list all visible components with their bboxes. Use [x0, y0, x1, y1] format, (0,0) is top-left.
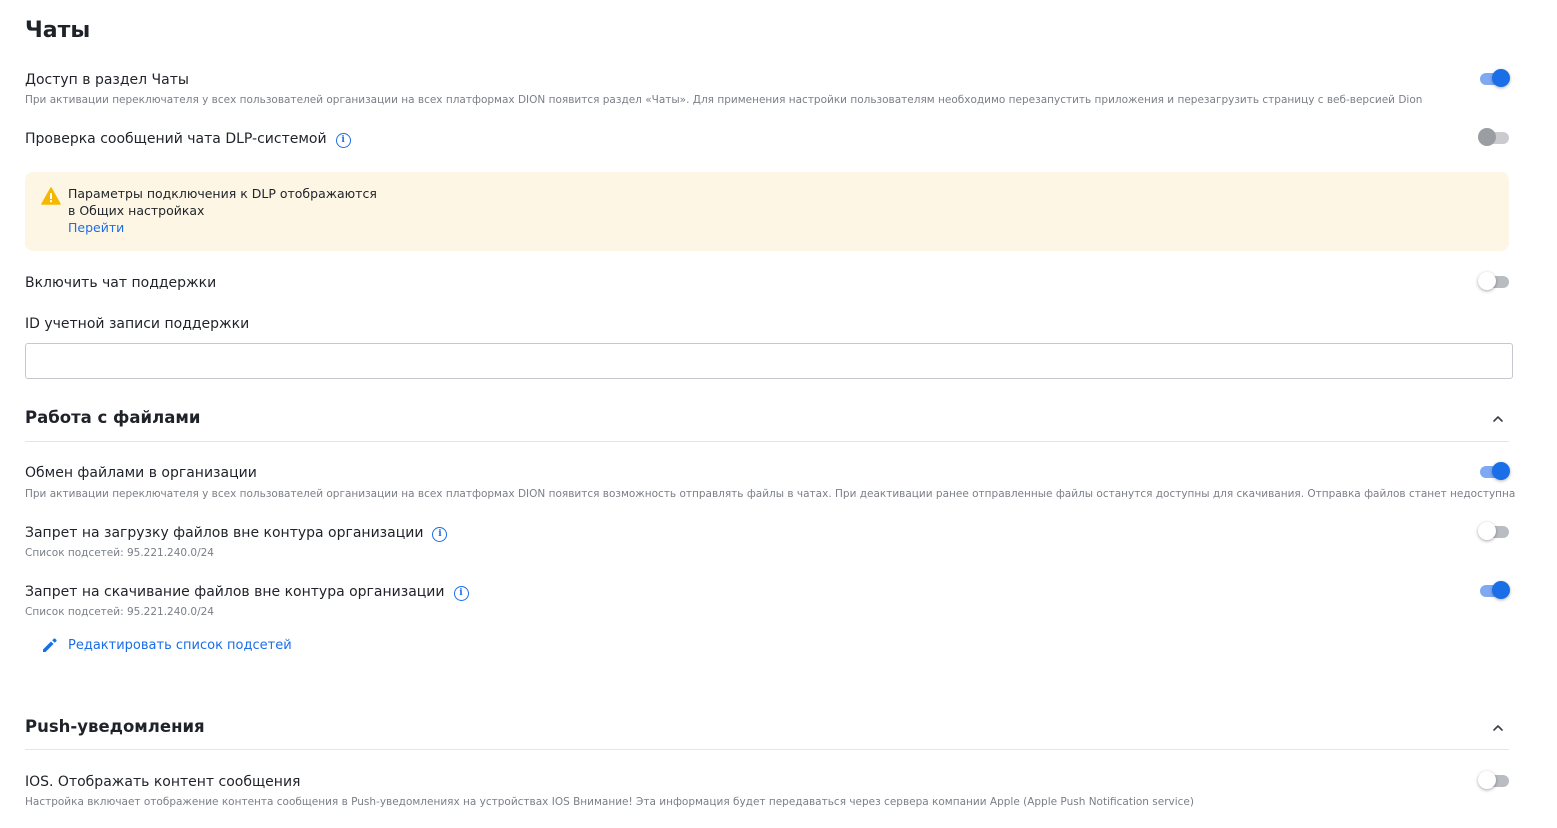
chat-access-description: При активации переключателя у всех польз…: [25, 94, 1423, 106]
ios-content-description: Настройка включает отображение контента …: [25, 796, 1194, 808]
goto-general-settings-link[interactable]: Перейти: [68, 219, 377, 236]
info-icon[interactable]: i: [432, 527, 448, 542]
info-icon[interactable]: i: [453, 586, 469, 601]
dlp-notice-text: Параметры подключения к DLP отображаются…: [68, 185, 377, 236]
files-section-title: Работа с файлами: [25, 408, 201, 427]
chevron-up-icon[interactable]: [1491, 412, 1505, 426]
edit-subnets-button[interactable]: Редактировать список подсетей: [40, 635, 292, 655]
download-ban-toggle[interactable]: [1479, 580, 1511, 602]
edit-subnets-label: Редактировать список подсетей: [68, 637, 292, 653]
chevron-up-icon[interactable]: [1491, 721, 1505, 735]
page-title: Чаты: [25, 18, 91, 43]
file-sharing-description: При активации переключателя у всех польз…: [25, 488, 1516, 500]
ios-content-label: IOS. Отображать контент сообщения: [25, 774, 301, 790]
chat-access-label: Доступ в раздел Чаты: [25, 72, 189, 88]
push-section-title: Push-уведомления: [25, 717, 205, 736]
warning-icon: [41, 187, 61, 205]
dlp-notice-line1: Параметры подключения к DLP отображаются: [68, 186, 377, 201]
download-ban-label: Запрет на скачивание файлов вне контура …: [25, 584, 445, 600]
file-sharing-toggle[interactable]: [1479, 461, 1511, 483]
files-divider: [25, 441, 1509, 442]
ios-content-toggle[interactable]: [1478, 770, 1511, 792]
support-chat-label: Включить чат поддержки: [25, 275, 217, 291]
support-id-input[interactable]: [25, 343, 1513, 379]
pencil-icon: [43, 638, 57, 652]
download-ban-row: Запрет на скачивание файлов вне контура …: [25, 584, 469, 601]
info-icon[interactable]: i: [335, 133, 351, 148]
upload-ban-label: Запрет на загрузку файлов вне контура ор…: [25, 525, 424, 541]
upload-ban-subnets: Список подсетей: 95.221.240.0/24: [25, 547, 214, 559]
dlp-check-label: Проверка сообщений чата DLP-системой: [25, 131, 327, 147]
dlp-check-toggle: [1478, 127, 1511, 149]
dlp-check-row: Проверка сообщений чата DLP-системой i: [25, 131, 351, 148]
dlp-notice-line2: в Общих настройках: [68, 203, 205, 218]
upload-ban-toggle[interactable]: [1478, 521, 1511, 543]
push-divider: [25, 749, 1509, 750]
support-chat-toggle[interactable]: [1478, 271, 1511, 293]
upload-ban-row: Запрет на загрузку файлов вне контура ор…: [25, 525, 448, 542]
download-ban-subnets: Список подсетей: 95.221.240.0/24: [25, 606, 214, 618]
chat-access-toggle[interactable]: [1479, 68, 1511, 90]
file-sharing-label: Обмен файлами в организации: [25, 465, 257, 481]
support-id-label: ID учетной записи поддержки: [25, 316, 250, 332]
